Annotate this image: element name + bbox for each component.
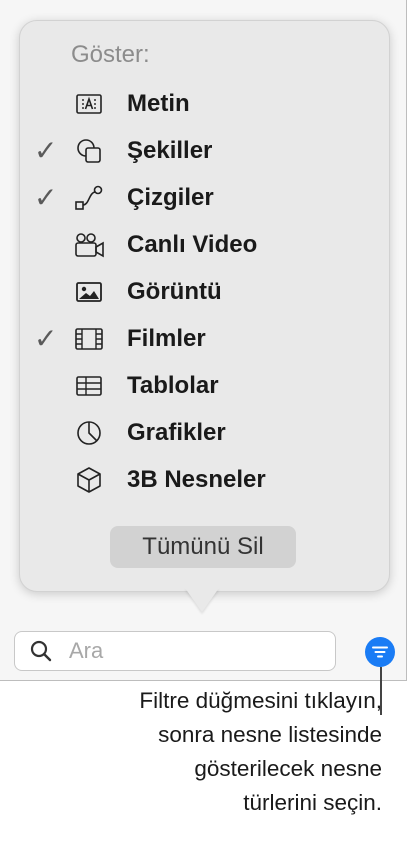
- menu-item-live-video[interactable]: Canlı Video: [20, 222, 389, 269]
- menu-item-label: Filmler: [127, 325, 206, 352]
- menu-item-label: Grafikler: [127, 419, 226, 446]
- menu-item-shapes[interactable]: ✓ Şekiller: [20, 128, 389, 175]
- menu-item-label: Şekiller: [127, 137, 213, 164]
- check-mark: ✓: [34, 182, 58, 213]
- menu-item-label: Görüntü: [127, 278, 222, 305]
- search-icon: [30, 640, 52, 662]
- menu-item-films[interactable]: ✓ Filmler: [20, 316, 389, 363]
- filter-icon: [372, 646, 388, 658]
- filter-button[interactable]: [365, 637, 395, 667]
- chart-icon: [77, 421, 101, 445]
- filter-menu: Metin ✓ Şekiller ✓ Çizgiler Canlı Video …: [20, 81, 389, 504]
- search-input[interactable]: [69, 636, 319, 666]
- menu-item-3d-objects[interactable]: 3B Nesneler: [20, 457, 389, 504]
- popover-title: Göster:: [71, 41, 150, 68]
- popover-arrow: [185, 588, 219, 612]
- shapes-icon: [77, 139, 101, 163]
- menu-item-tables[interactable]: Tablolar: [20, 363, 389, 410]
- caption-text: Filtre düğmesini tıklayın, sonra nesne l…: [139, 688, 382, 815]
- lines-icon: [75, 185, 103, 210]
- text-box-icon: [76, 94, 102, 114]
- film-icon: [75, 328, 103, 350]
- menu-item-label: 3B Nesneler: [127, 466, 266, 493]
- show-filter-popover: Göster: Metin ✓ Şekiller ✓ Çizgiler Canl…: [19, 20, 390, 592]
- menu-item-label: Çizgiler: [127, 184, 214, 211]
- check-mark: ✓: [34, 323, 58, 354]
- menu-item-label: Canlı Video: [127, 231, 258, 258]
- menu-item-label: Metin: [127, 90, 190, 117]
- cube-3d-icon: [77, 467, 101, 493]
- image-icon: [76, 282, 102, 302]
- clear-all-button[interactable]: Tümünü Sil: [110, 526, 296, 568]
- live-video-icon: [75, 233, 104, 258]
- menu-item-label: Tablolar: [127, 372, 219, 399]
- menu-item-charts[interactable]: Grafikler: [20, 410, 389, 457]
- search-field[interactable]: [14, 631, 336, 671]
- check-mark: ✓: [34, 135, 58, 166]
- menu-item-image[interactable]: Görüntü: [20, 269, 389, 316]
- menu-item-lines[interactable]: ✓ Çizgiler: [20, 175, 389, 222]
- menu-item-text[interactable]: Metin: [20, 81, 389, 128]
- table-icon: [76, 376, 102, 396]
